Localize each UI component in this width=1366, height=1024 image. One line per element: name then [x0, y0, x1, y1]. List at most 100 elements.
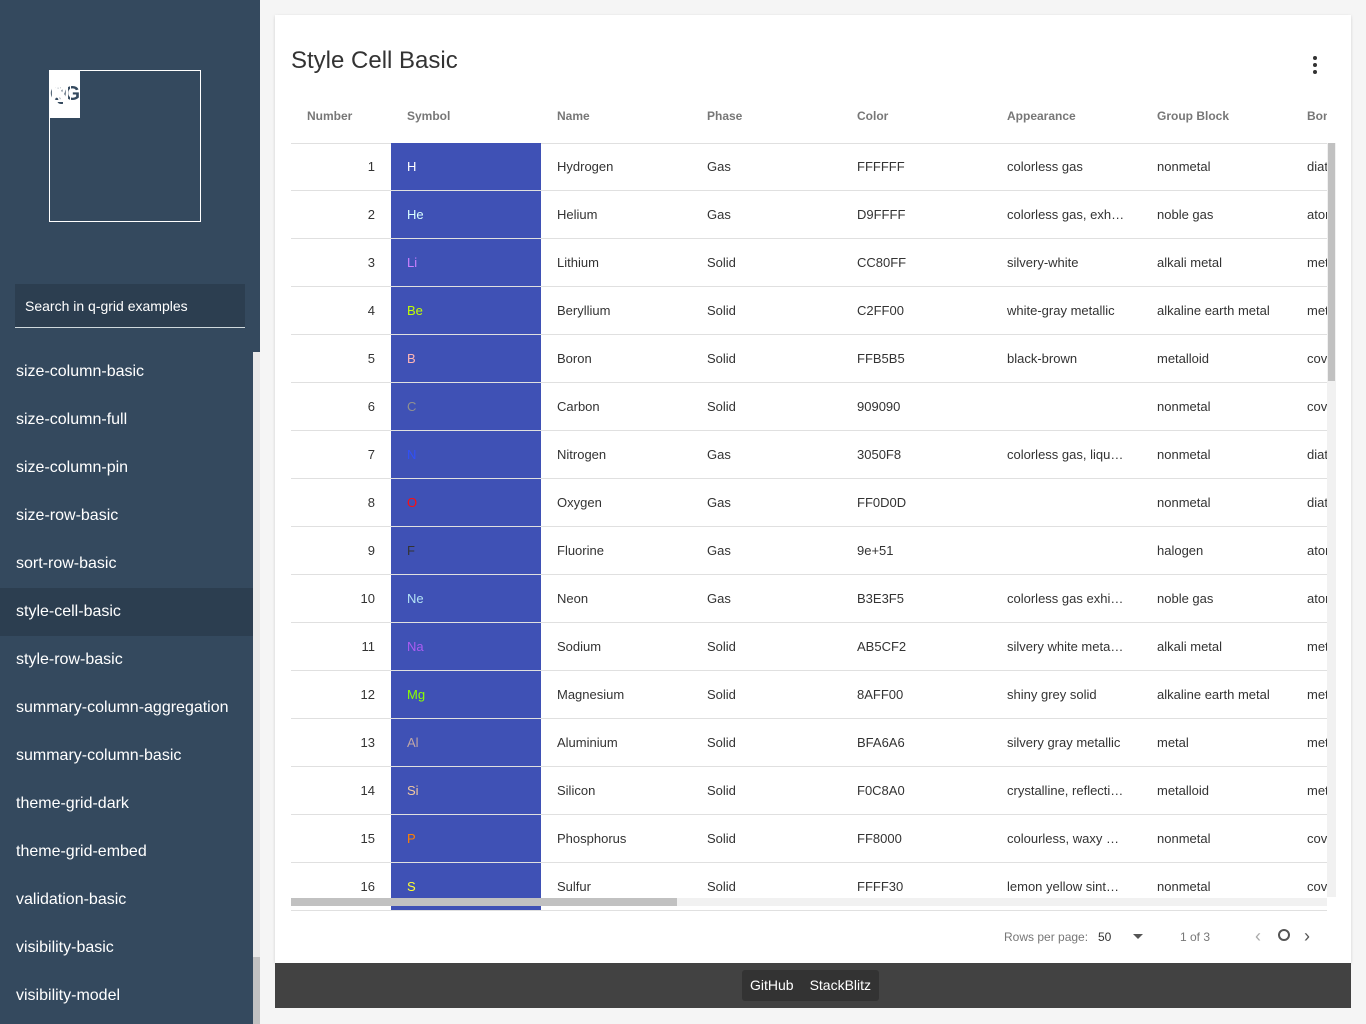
nav-item-visibility-basic[interactable]: visibility-basic: [0, 924, 253, 972]
table-row[interactable]: 8 O Oxygen Gas FF0D0D nonmetal diat: [291, 479, 1327, 527]
cell-phase[interactable]: Solid: [707, 815, 841, 862]
cell-color[interactable]: FFFFFF: [857, 143, 991, 190]
cell-group[interactable]: alkali metal: [1157, 239, 1291, 286]
cell-num[interactable]: 10: [291, 575, 375, 622]
grid-horizontal-scrollbar[interactable]: [291, 898, 1327, 906]
table-row[interactable]: 12 Mg Magnesium Solid 8AFF00 shiny grey solid…: [291, 671, 1327, 719]
cell-name[interactable]: Phosphorus: [557, 815, 691, 862]
cell-name[interactable]: Boron: [557, 335, 691, 382]
sidebar-scrollbar[interactable]: [253, 352, 260, 1024]
cell-phase[interactable]: Gas: [707, 431, 841, 478]
cell-name[interactable]: Oxygen: [557, 479, 691, 526]
rows-per-page-select[interactable]: 50: [1098, 930, 1111, 944]
cell-group[interactable]: noble gas: [1157, 191, 1291, 238]
cell-appear[interactable]: [1007, 383, 1125, 430]
cell-phase[interactable]: Solid: [707, 335, 841, 382]
cell-group[interactable]: halogen: [1157, 527, 1291, 574]
cell-bond[interactable]: met: [1307, 287, 1327, 334]
cell-color[interactable]: 8AFF00: [857, 671, 991, 718]
cell-group[interactable]: nonmetal: [1157, 143, 1291, 190]
cell-name[interactable]: Aluminium: [557, 719, 691, 766]
cell-phase[interactable]: Gas: [707, 527, 841, 574]
cell-sym[interactable]: Ne: [391, 575, 541, 622]
cell-sym[interactable]: B: [391, 335, 541, 382]
cell-phase[interactable]: Solid: [707, 767, 841, 814]
cell-appear[interactable]: crystalline, reflecti…: [1007, 767, 1125, 814]
nav-item-style-row-basic[interactable]: style-row-basic: [0, 636, 253, 684]
cell-bond[interactable]: ator: [1307, 191, 1327, 238]
cell-bond[interactable]: met: [1307, 623, 1327, 670]
cell-color[interactable]: C2FF00: [857, 287, 991, 334]
cell-sym[interactable]: Al: [391, 719, 541, 766]
table-row[interactable]: 6 C Carbon Solid 909090 nonmetal cov: [291, 383, 1327, 431]
cell-num[interactable]: 4: [291, 287, 375, 334]
cell-sym[interactable]: O: [391, 479, 541, 526]
cell-num[interactable]: 15: [291, 815, 375, 862]
table-row[interactable]: 13 Al Aluminium Solid BFA6A6 silvery gray met…: [291, 719, 1327, 767]
cell-appear[interactable]: [1007, 479, 1125, 526]
cell-appear[interactable]: silvery gray metallic: [1007, 719, 1125, 766]
cell-color[interactable]: BFA6A6: [857, 719, 991, 766]
column-header-bond[interactable]: Bon: [1307, 103, 1327, 143]
table-row[interactable]: 4 Be Beryllium Solid C2FF00 white-gray metall…: [291, 287, 1327, 335]
cell-sym[interactable]: Be: [391, 287, 541, 334]
cell-color[interactable]: B3E3F5: [857, 575, 991, 622]
cell-num[interactable]: 3: [291, 239, 375, 286]
search-input[interactable]: Search in q-grid examples: [15, 284, 245, 328]
cell-phase[interactable]: Gas: [707, 479, 841, 526]
nav-item-size-column-pin[interactable]: size-column-pin: [0, 444, 253, 492]
table-row[interactable]: 14 Si Silicon Solid F0C8A0 crystalline, refle…: [291, 767, 1327, 815]
cell-bond[interactable]: cov: [1307, 815, 1327, 862]
cell-num[interactable]: 9: [291, 527, 375, 574]
cell-sym[interactable]: Si: [391, 767, 541, 814]
cell-group[interactable]: nonmetal: [1157, 383, 1291, 430]
grid-vertical-scrollbar[interactable]: [1327, 143, 1336, 897]
cell-appear[interactable]: colorless gas, liqui…: [1007, 431, 1125, 478]
dropdown-arrow-icon[interactable]: [1133, 934, 1143, 939]
scrollbar-thumb[interactable]: [1328, 143, 1335, 381]
cell-sym[interactable]: Li: [391, 239, 541, 286]
table-row[interactable]: 3 Li Lithium Solid CC80FF silvery-white alkali…: [291, 239, 1327, 287]
cell-group[interactable]: nonmetal: [1157, 431, 1291, 478]
cell-name[interactable]: Silicon: [557, 767, 691, 814]
nav-item-size-row-basic[interactable]: size-row-basic: [0, 492, 253, 540]
cell-appear[interactable]: white-gray metallic: [1007, 287, 1125, 334]
cell-group[interactable]: metal: [1157, 719, 1291, 766]
cell-num[interactable]: 7: [291, 431, 375, 478]
cell-appear[interactable]: black-brown: [1007, 335, 1125, 382]
cell-appear[interactable]: colourless, waxy w…: [1007, 815, 1125, 862]
cell-group[interactable]: nonmetal: [1157, 479, 1291, 526]
nav-item-size-column-basic[interactable]: size-column-basic: [0, 348, 253, 396]
nav-item-style-cell-basic[interactable]: style-cell-basic: [0, 588, 253, 636]
cell-appear[interactable]: colorless gas exhi…: [1007, 575, 1125, 622]
table-row[interactable]: 1 H Hydrogen Gas FFFFFF colorless gas nonmetal…: [291, 143, 1327, 191]
cell-num[interactable]: 13: [291, 719, 375, 766]
cell-num[interactable]: 11: [291, 623, 376, 670]
nav-item-size-column-full[interactable]: size-column-full: [0, 396, 253, 444]
cell-color[interactable]: CC80FF: [857, 239, 991, 286]
cell-bond[interactable]: diat: [1307, 143, 1327, 190]
cell-num[interactable]: 2: [291, 191, 375, 238]
nav-item-theme-grid-dark[interactable]: theme-grid-dark: [0, 780, 253, 828]
cell-phase[interactable]: Solid: [707, 719, 841, 766]
cell-name[interactable]: Sodium: [557, 623, 691, 670]
table-row[interactable]: 15 P Phosphorus Solid FF8000 colourless, waxy…: [291, 815, 1327, 863]
cell-group[interactable]: alkali metal: [1157, 623, 1291, 670]
scrollbar-thumb[interactable]: [253, 957, 260, 1024]
cell-name[interactable]: Nitrogen: [557, 431, 691, 478]
cell-bond[interactable]: ator: [1307, 575, 1327, 622]
nav-item-validation-basic[interactable]: validation-basic: [0, 876, 253, 924]
cell-sym[interactable]: Na: [391, 623, 541, 670]
table-row[interactable]: 7 N Nitrogen Gas 3050F8 colorless gas, liqui……: [291, 431, 1327, 479]
cell-color[interactable]: FFB5B5: [857, 335, 991, 382]
cell-num[interactable]: 5: [291, 335, 375, 382]
cell-num[interactable]: 6: [291, 383, 375, 430]
nav-item-summary-column-aggregation[interactable]: summary-column-aggregation: [0, 684, 253, 732]
cell-group[interactable]: metalloid: [1157, 335, 1291, 382]
cell-group[interactable]: alkaline earth metal: [1157, 671, 1291, 718]
cell-group[interactable]: noble gas: [1157, 575, 1291, 622]
column-header-symbol[interactable]: Symbol: [407, 103, 450, 143]
cell-color[interactable]: AB5CF2: [857, 623, 991, 670]
nav-item-sort-row-basic[interactable]: sort-row-basic: [0, 540, 253, 588]
cell-phase[interactable]: Gas: [707, 143, 841, 190]
